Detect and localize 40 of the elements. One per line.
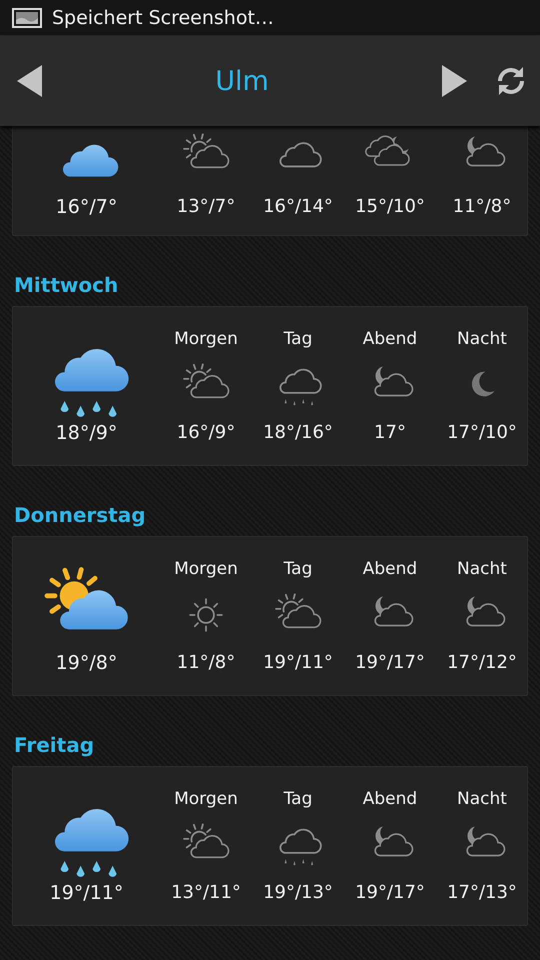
period-label: Nacht: [457, 558, 507, 581]
period-temperature: 17°/10°: [447, 421, 517, 445]
period-label: Morgen: [174, 558, 238, 581]
period-temperature: 17°/12°: [447, 651, 517, 675]
period-temperature: 19°/13°: [263, 881, 333, 905]
period-label: Abend: [362, 558, 418, 581]
period-label: Nacht: [457, 788, 507, 811]
previous-button[interactable]: [16, 64, 44, 98]
notification-text: Speichert Screenshot…: [52, 6, 274, 28]
period-temperature: 11°/8°: [176, 651, 236, 675]
day-temperature: 19°/11°: [50, 881, 124, 905]
day-heading: Freitag: [14, 732, 96, 758]
next-button[interactable]: [440, 64, 468, 98]
period-temperature: 16°/14°: [263, 195, 333, 219]
period-temperature: 19°/11°: [263, 651, 333, 675]
period-temperature: 19°/17°: [355, 651, 425, 675]
city-title: Ulm: [214, 66, 270, 96]
period-label: Abend: [362, 328, 418, 351]
day-temperature: 18°/9°: [56, 421, 118, 445]
period-label: Morgen: [174, 788, 238, 811]
period-temperature: 18°/16°: [263, 421, 333, 445]
period-temperature: 17°/13°: [447, 881, 517, 905]
period-temperature: 13°/7°: [176, 195, 236, 219]
day-heading: Mittwoch: [14, 272, 120, 298]
day-temperature: 19°/8°: [56, 651, 118, 675]
day-temperature: 16°/7°: [56, 195, 118, 219]
period-label: Abend: [362, 788, 418, 811]
period-temperature: 15°/10°: [355, 195, 425, 219]
period-label: Tag: [284, 328, 312, 351]
period-label: Nacht: [457, 328, 507, 351]
period-label: Tag: [284, 788, 312, 811]
period-label: Morgen: [174, 328, 238, 351]
period-temperature: 16°/9°: [176, 421, 236, 445]
period-temperature: 13°/11°: [171, 881, 241, 905]
period-temperature: 19°/17°: [355, 881, 425, 905]
day-heading: Donnerstag: [14, 502, 147, 528]
picture-icon: [12, 8, 42, 28]
period-temperature: 11°/8°: [452, 195, 512, 219]
period-label: Tag: [284, 558, 312, 581]
period-temperature: 17°: [374, 421, 406, 445]
